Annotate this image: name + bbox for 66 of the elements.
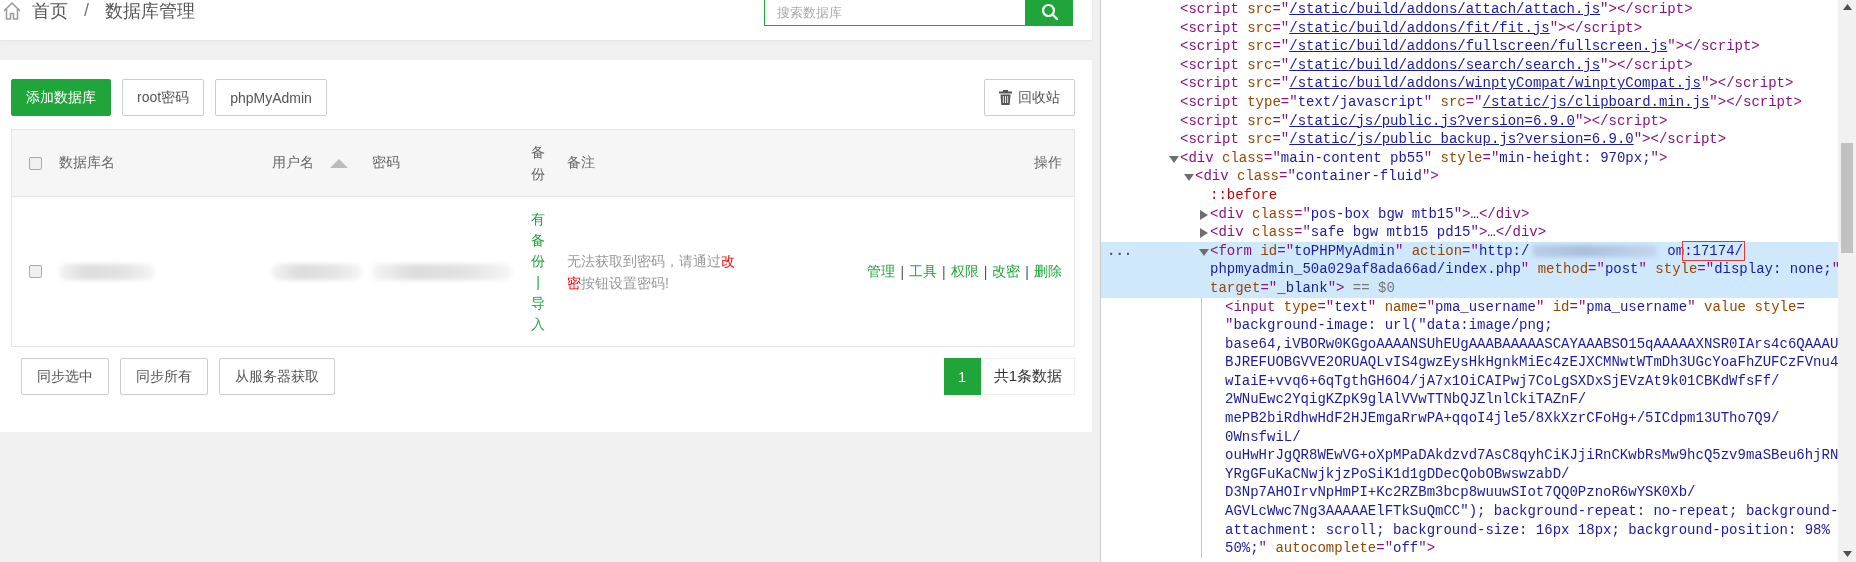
sync-button[interactable]: 同步选中: [21, 358, 109, 395]
breadcrumb-separator: /: [84, 0, 89, 21]
breadcrumb-item[interactable]: 首页: [32, 0, 68, 21]
dom-node[interactable]: <script src="/static/build/addons/attach/attach.js"></script>: [1101, 0, 1838, 19]
search-field[interactable]: 搜索数据库: [764, 0, 1026, 26]
sync-button[interactable]: 从服务器获取: [219, 358, 335, 395]
dom-node-text: <script src="/static/build/addons/search/search.js"></script>: [1180, 55, 1693, 75]
dom-node[interactable]: <script src="/static/js/public.js?version=6.9.0"></script>: [1101, 111, 1838, 131]
recycle-bin-button[interactable]: 回收站: [984, 79, 1075, 116]
dom-node[interactable]: <script src="/static/js/public_backup.js?version=6.9.0"></script>: [1101, 130, 1838, 149]
dom-node-text: <div class="pos-box bgw mtb15">…</div>: [1210, 204, 1530, 224]
column-header: 数据库名: [59, 154, 115, 172]
record-count: 共1条数据: [980, 358, 1075, 395]
scroll-up-arrow-icon[interactable]: [1842, 4, 1852, 10]
dom-node-text: <script src="/static/build/addons/fullscreen/fullscreen.js"></script>: [1180, 37, 1760, 56]
dom-node-text: <div class="container-fluid">: [1195, 167, 1439, 186]
column-header: 密码: [372, 154, 400, 172]
dom-node-text: <script src="/static/js/public.js?version=6.9.0"></script>: [1180, 111, 1668, 131]
dom-node[interactable]: <script src="/static/build/addons/fit/fit.js"></script>: [1101, 18, 1838, 38]
dom-node-text: <div class="main-content pb55" style="min-height: 970px;">: [1180, 148, 1668, 168]
expand-triangle-icon[interactable]: [1198, 209, 1210, 220]
link-separator: |: [983, 263, 988, 280]
dom-node-text: <script src="/static/build/addons/fit/fit.js"></script>: [1180, 18, 1643, 38]
column-header[interactable]: 用户名: [272, 154, 314, 172]
dom-node-text: <script type="text/javascript" src="/static/js/clipboard.min.js"></script>: [1180, 92, 1802, 112]
scrollbar[interactable]: [1838, 0, 1856, 562]
dom-node-text: <script src="/static/build/addons/winptyCompat/winptyCompat.js"></script>: [1180, 74, 1794, 93]
link-separator: |: [536, 272, 540, 292]
dom-node[interactable]: ::before: [1101, 185, 1838, 205]
link-separator: |: [900, 263, 905, 280]
dom-node-text: <div class="safe bgw mtb15 pd15">…</div>: [1210, 223, 1547, 242]
search-button[interactable]: [1026, 0, 1073, 26]
dom-node[interactable]: <script src="/static/build/addons/search/search.js"></script>: [1101, 55, 1838, 75]
dom-node-text: <script src="/static/js/public_backup.js?version=6.9.0"></script>: [1180, 130, 1727, 149]
breadcrumb-item: 数据库管理: [105, 0, 195, 21]
column-header: 备份: [531, 142, 545, 184]
toolbar-button[interactable]: phpMyAdmin: [215, 79, 327, 116]
dom-node-text: <script src="/static/build/addons/attach/attach.js"></script>: [1180, 0, 1693, 19]
link-separator: |: [942, 263, 946, 280]
column-header: 备注: [567, 154, 595, 172]
dom-node-text: ::before: [1210, 185, 1278, 205]
dom-node-text: <input type="text" name="pma_username" id="pma_username" value style= "background-image: url("data:image/png; base64,iVBORw0KGgoAAAANSUhEUgAAABAAAAASCAYAAABSO15qAAAAAXNSR0IArs4c6QAAAU BJREFUOBGVVE2ORUAQLvIS4gwzEysHkHgnkMiEc4zEJXCMNwtWTmDh3UGcYoaFhZUFCzFVnu4 wIaiE+vvq6+6qTgthGH6O4/jA7x1OiCAIPwj7CoLgSXDxSjEVzAt9k01CBKdWfsFf/ 2WNuEwc2YqigKZpK9glAlVVwTTNbQJZlnlCkiTAZnF/ mePB2biRdhwHdF2HJEmgaRrwPA+qqoI4jle5/8XkXzrCFoHg+/5ICdpm13UTho7Q9/ 0WnsfwiL/ ouHwHrJgQR8WEwVG+oXpMPaDAkdzvd7AsC8qyhCiKJjiRnCKwbRsMw9hcQ5zv9maSBeu6hjRN YRgGFuKaCNwjkjzPoSiK1d1gDDecQobOBwswzabD/ D3Np7AHOIrvNpHmPI+Kc2RZBm3bcp8wuuwSIot7QQ0PznoR6wYSK0Xb/ AGVLcWwc7Ng3AAAAAElFTkSuQmCC"); background-repeat: no-repeat; background- attachment: scroll; background-size: 16px 18px; background-position: 98% 50%;" autocomplete="off">: [1225, 297, 1839, 558]
collapse-triangle-icon[interactable]: [1168, 153, 1180, 164]
dom-node[interactable]: <div class="container-fluid">: [1101, 167, 1838, 186]
search-icon: [1040, 3, 1059, 21]
trash-icon: [999, 90, 1012, 105]
note-text: 无法获取到密码，请通过改密按钮设置密码!: [567, 251, 736, 293]
row-checkbox[interactable]: [29, 265, 42, 278]
node-menu-ellipsis[interactable]: ...: [1107, 241, 1133, 261]
home-icon[interactable]: [2, 0, 22, 21]
dom-node[interactable]: <script src="/static/build/addons/fullscreen/fullscreen.js"></script>: [1101, 37, 1838, 56]
link-separator: |: [1025, 263, 1029, 280]
toolbar-button[interactable]: root密码: [122, 79, 205, 116]
dom-node[interactable]: <div class="pos-box bgw mtb15">…</div>: [1101, 204, 1838, 224]
dom-node[interactable]: <div class="main-content pb55" style="min-height: 970px;">: [1101, 148, 1838, 168]
collapse-triangle-icon[interactable]: [1183, 172, 1195, 183]
select-all-checkbox[interactable]: [29, 156, 42, 170]
dom-node[interactable]: <div class="safe bgw mtb15 pd15">…</div>: [1101, 223, 1838, 242]
dom-node[interactable]: <script type="text/javascript" src="/static/js/clipboard.min.js"></script>: [1101, 92, 1838, 112]
column-header: 操作: [1034, 154, 1062, 172]
sync-button[interactable]: 同步所有: [120, 358, 208, 395]
dom-node[interactable]: <script src="/static/build/addons/winptyCompat/winptyCompat.js"></script>: [1101, 74, 1838, 93]
scrollbar-thumb[interactable]: [1841, 143, 1853, 253]
scroll-down-arrow-icon[interactable]: [1842, 551, 1852, 557]
collapse-triangle-icon[interactable]: [1198, 246, 1210, 257]
expand-triangle-icon[interactable]: [1198, 228, 1210, 239]
